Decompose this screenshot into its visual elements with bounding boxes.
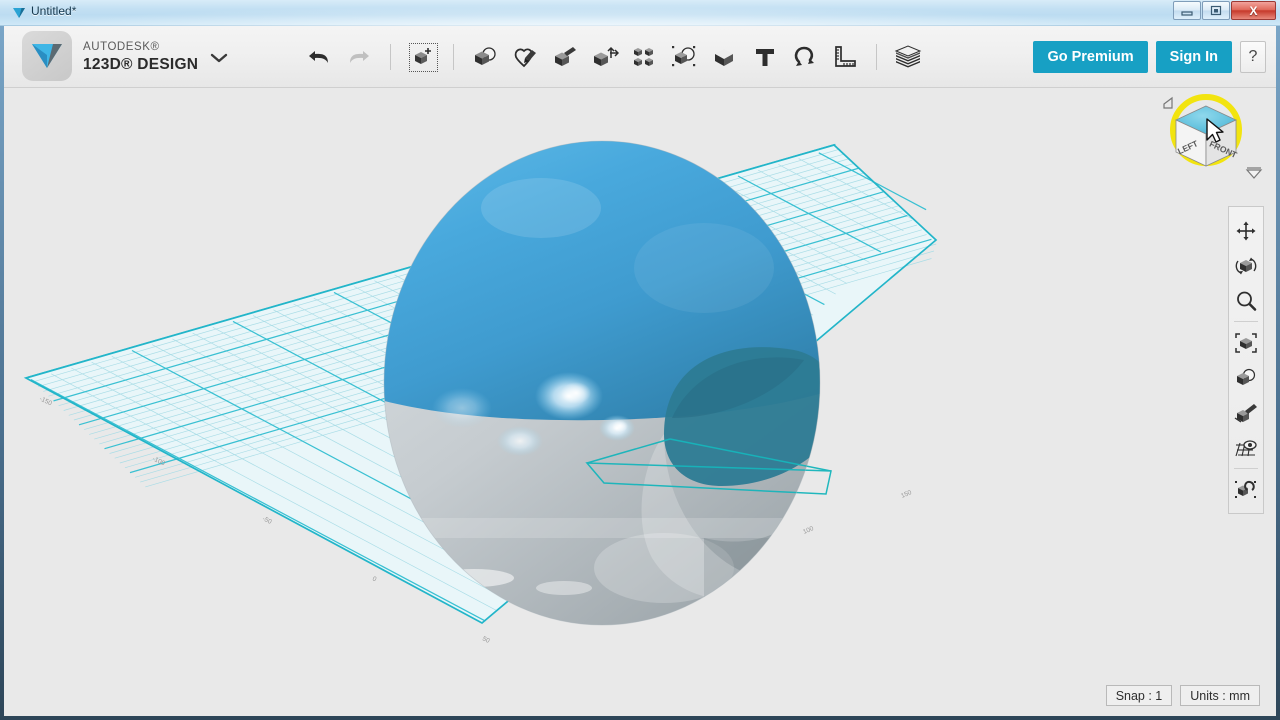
- svg-text:50: 50: [481, 635, 491, 645]
- sketch-pencil-icon: [514, 48, 536, 68]
- section-view-tool-button[interactable]: [1229, 395, 1263, 430]
- pan-move-icon: [1236, 221, 1256, 240]
- help-button[interactable]: ?: [1240, 41, 1266, 73]
- fit-to-view-icon: [1235, 332, 1257, 353]
- svg-text:-50: -50: [261, 515, 273, 525]
- minimize-icon: [1181, 10, 1193, 16]
- sketch-button[interactable]: [505, 35, 545, 79]
- section-view-icon: [1234, 403, 1257, 423]
- fit-tool-button[interactable]: [1229, 325, 1263, 360]
- brand-line-1: AUTODESK®: [83, 41, 160, 53]
- transform-button[interactable]: [402, 35, 442, 79]
- undo-arrow-icon: [309, 51, 328, 63]
- chevron-down-icon: [210, 53, 228, 63]
- hide-show-cube-icon: [1237, 368, 1256, 385]
- orbit-tool-button[interactable]: [1229, 248, 1263, 283]
- maximize-icon: [1210, 5, 1222, 16]
- measure-ruler-icon: [835, 46, 856, 67]
- nav-separator: [1234, 321, 1258, 322]
- header-actions: Go Premium Sign In ?: [1033, 41, 1266, 73]
- pattern-button[interactable]: [625, 35, 665, 79]
- viewport-scene: -150 -100 -50 0 50 0 50 100 150: [23, 140, 938, 645]
- nav-separator: [1234, 468, 1258, 469]
- svg-text:100: 100: [802, 525, 815, 536]
- navigation-tool-panel: [1228, 206, 1264, 514]
- primitives-cube-sphere-icon: [475, 47, 496, 65]
- construct-button[interactable]: [545, 35, 585, 79]
- modify-button[interactable]: [585, 35, 625, 79]
- pattern-four-cubes-icon: [634, 48, 653, 66]
- toolbar-separator: [390, 44, 391, 70]
- svg-text:-150: -150: [38, 395, 53, 407]
- view-cube-dropdown-button[interactable]: [1244, 166, 1264, 182]
- application-toolbar: AUTODESK® 123D® DESIGN Go Premium Sign I…: [4, 26, 1276, 88]
- close-button[interactable]: X: [1231, 1, 1276, 20]
- units-status[interactable]: Units : mm: [1180, 685, 1260, 706]
- grid-display-tool-button[interactable]: [1229, 430, 1263, 465]
- modify-cube-arrows-icon: [594, 46, 619, 66]
- primitives-button[interactable]: [465, 35, 505, 79]
- snap-magnet-icon: [794, 46, 814, 66]
- materials-button[interactable]: [888, 35, 928, 79]
- window-title: Untitled*: [31, 4, 77, 18]
- snap-status[interactable]: Snap : 1: [1105, 685, 1173, 706]
- snap-settings-tool-button[interactable]: [1229, 472, 1263, 507]
- brand-line-2: 123D® DESIGN: [83, 55, 199, 73]
- application-menu-button[interactable]: [209, 51, 229, 69]
- toolbar-separator: [876, 44, 877, 70]
- zoom-tool-button[interactable]: [1229, 283, 1263, 318]
- redo-button[interactable]: [339, 35, 379, 79]
- svg-text:0: 0: [371, 575, 378, 583]
- window-controls: X: [1172, 1, 1276, 20]
- grid-eye-icon: [1235, 439, 1257, 456]
- minimize-button[interactable]: [1173, 1, 1201, 20]
- undo-button[interactable]: [299, 35, 339, 79]
- transform-cube-plus-icon: [414, 48, 431, 64]
- combine-cube-icon: [715, 49, 733, 66]
- snap-cube-magnet-icon: [1235, 480, 1256, 498]
- orbit-rotate-cube-icon: [1235, 257, 1257, 274]
- redo-arrow-icon: [350, 51, 369, 63]
- chevron-down-icon: [1245, 169, 1263, 179]
- combine-button[interactable]: [705, 35, 745, 79]
- snap-button[interactable]: [785, 35, 825, 79]
- grouping-cube-circle-icon: [672, 46, 696, 67]
- text-button[interactable]: [745, 35, 785, 79]
- go-premium-button[interactable]: Go Premium: [1033, 41, 1148, 73]
- view-cube-home-icon[interactable]: [1163, 96, 1173, 109]
- grouping-button[interactable]: [665, 35, 705, 79]
- application-window: Untitled* X AUTODESK® 123D® DESIGN Go Pr…: [0, 0, 1280, 720]
- zoom-magnifier-icon: [1237, 291, 1257, 311]
- status-bar: Snap : 1 Units : mm: [1105, 685, 1260, 706]
- title-bar-glow: [0, 0, 1280, 26]
- text-t-icon: [756, 49, 774, 66]
- hide-show-tool-button[interactable]: [1229, 360, 1263, 395]
- close-icon: X: [1249, 3, 1258, 18]
- materials-stack-icon: [894, 45, 922, 68]
- sign-in-button[interactable]: Sign In: [1155, 41, 1232, 73]
- measure-button[interactable]: [825, 35, 865, 79]
- autodesk-123d-logo-icon: [22, 31, 72, 81]
- autodesk-logo-icon: [13, 8, 25, 18]
- maximize-button[interactable]: [1202, 1, 1230, 20]
- title-bar: Untitled* X: [0, 0, 1280, 26]
- 3d-viewport[interactable]: -150 -100 -50 0 50 0 50 100 150: [4, 88, 1276, 716]
- svg-text:150: 150: [900, 489, 913, 500]
- brand-text: AUTODESK® 123D® DESIGN: [83, 40, 198, 72]
- pan-tool-button[interactable]: [1229, 213, 1263, 248]
- construct-extrude-icon: [555, 47, 576, 66]
- tool-buttons-row: [299, 26, 928, 88]
- brand-area[interactable]: AUTODESK® 123D® DESIGN: [22, 31, 198, 81]
- toolbar-separator: [453, 44, 454, 70]
